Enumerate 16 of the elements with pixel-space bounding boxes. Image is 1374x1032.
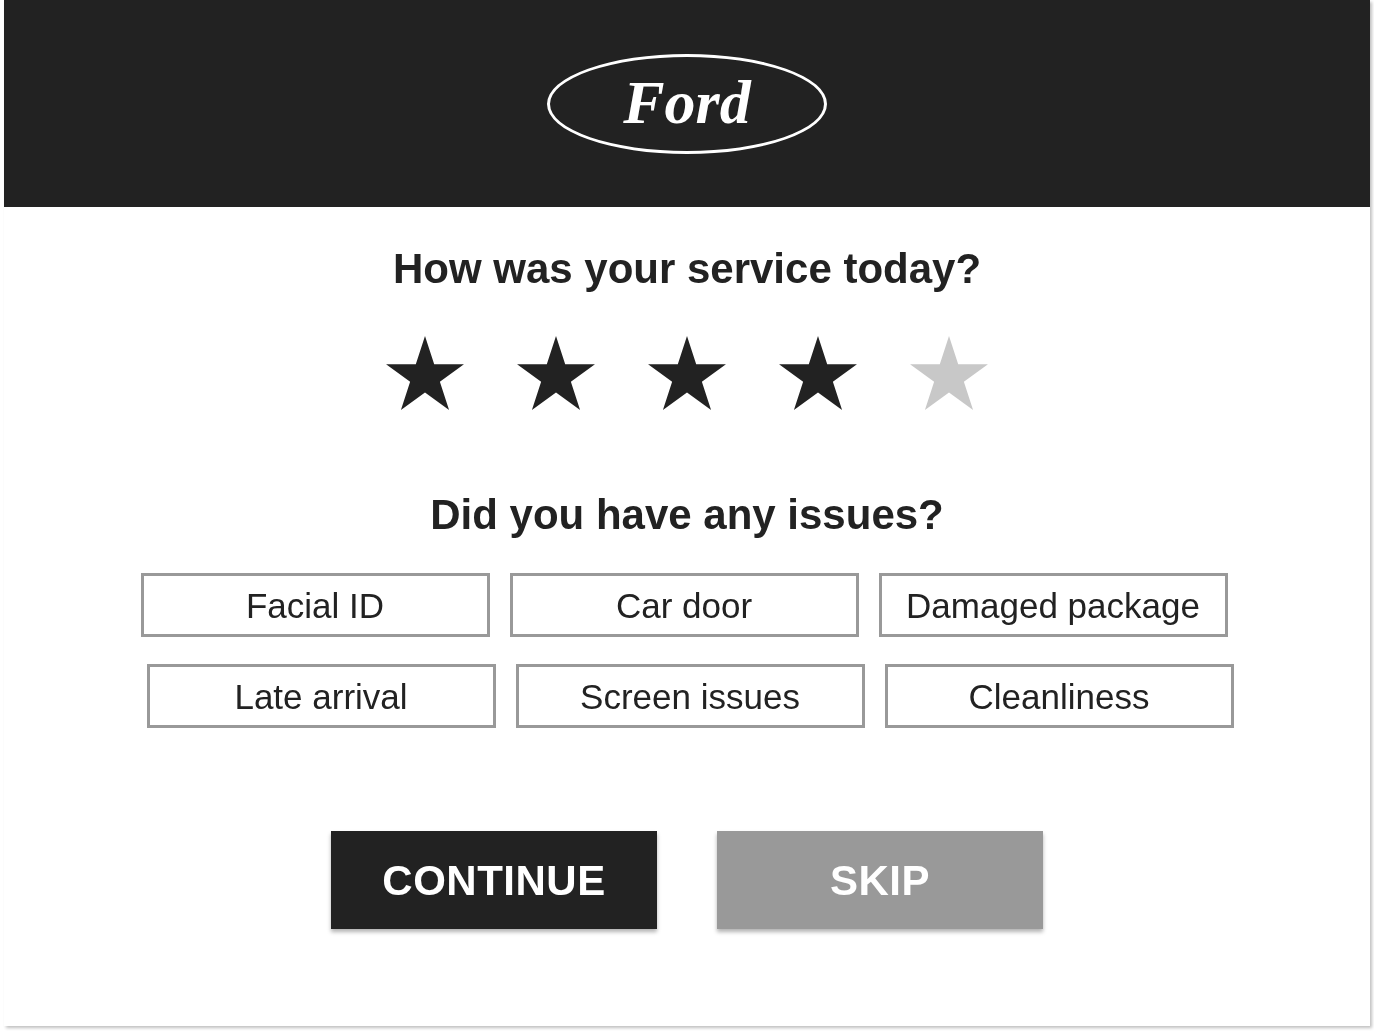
star-icon[interactable] xyxy=(517,336,595,410)
star-icon[interactable] xyxy=(648,336,726,410)
star-icon[interactable] xyxy=(386,336,464,410)
issue-chip[interactable]: Facial ID xyxy=(140,573,490,637)
continue-button[interactable]: CONTINUE xyxy=(331,831,657,929)
issue-chip[interactable]: Late arrival xyxy=(146,664,496,728)
issues-question: Did you have any issues? xyxy=(430,490,944,540)
star-rating[interactable] xyxy=(386,336,988,410)
issue-chip[interactable]: Cleanliness xyxy=(884,664,1234,728)
issue-chip[interactable]: Car door xyxy=(509,573,859,637)
brand-logo: Ford xyxy=(547,53,827,154)
star-icon[interactable] xyxy=(910,336,988,410)
star-icon[interactable] xyxy=(779,336,857,410)
issue-chip[interactable]: Damaged package xyxy=(878,573,1228,637)
rating-question: How was your service today? xyxy=(392,244,982,294)
issue-chip[interactable]: Screen issues xyxy=(515,664,865,728)
